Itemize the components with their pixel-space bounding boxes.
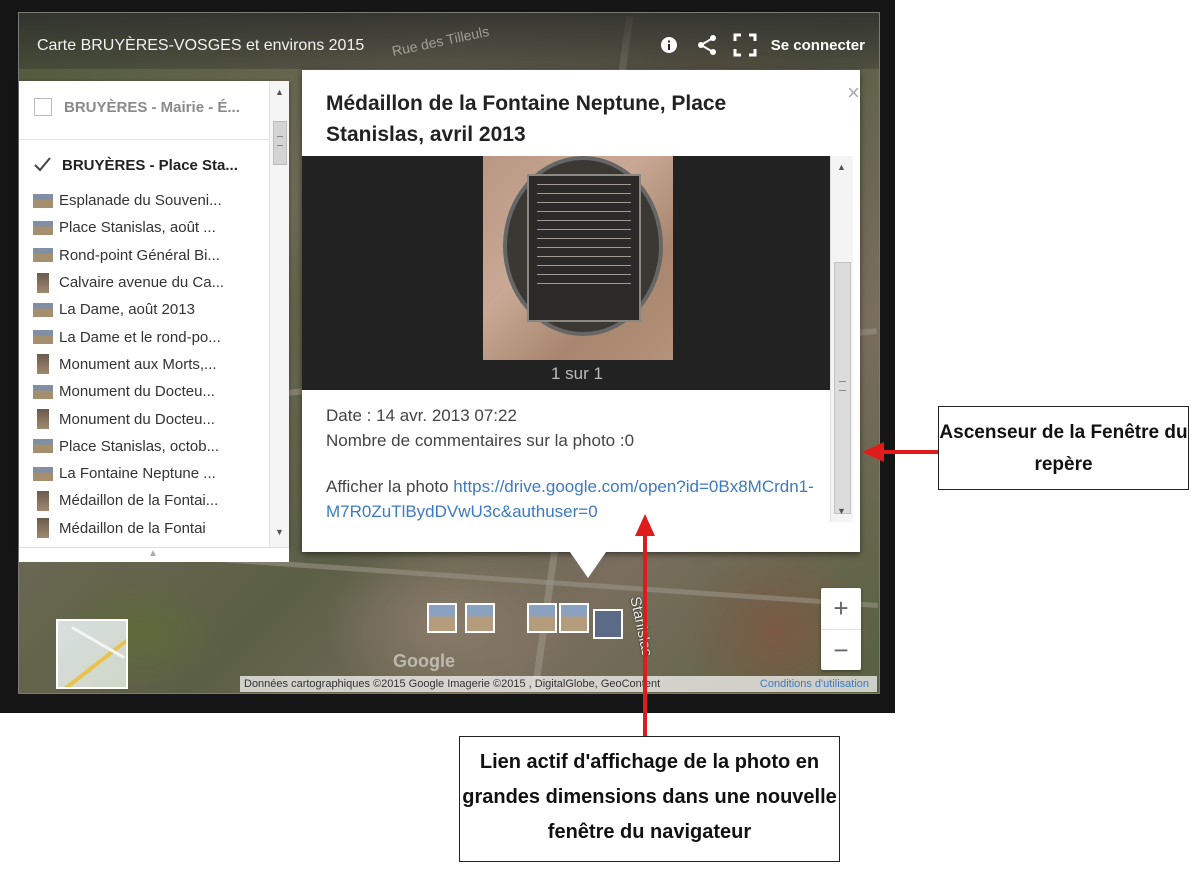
item-label: Rond-point Général Bi... xyxy=(59,246,220,264)
scroll-up-icon[interactable]: ▲ xyxy=(275,87,284,97)
item-label: Médaillon de la Fontai xyxy=(59,519,206,537)
top-actions: Se connecter xyxy=(657,33,865,57)
layer-checkbox-checked[interactable] xyxy=(34,157,51,173)
info-icon[interactable] xyxy=(657,33,681,57)
photo-thumbnail xyxy=(33,466,53,481)
list-item[interactable]: La Dame, août 2013 xyxy=(33,296,273,323)
photo-thumbnail xyxy=(33,330,53,345)
scrollbar-thumb[interactable] xyxy=(834,262,851,514)
photo-counter: 1 sur 1 xyxy=(551,364,603,383)
callout-scrollbar: Ascenseur de la Fenêtre du repère xyxy=(938,406,1189,490)
photo-thumbnail xyxy=(37,518,49,539)
list-item[interactable]: Place Stanislas, août ... xyxy=(33,214,273,241)
attribution-text: Données cartographiques ©2015 Google Ima… xyxy=(244,678,661,690)
fullscreen-icon[interactable] xyxy=(733,33,757,57)
item-label: Place Stanislas, octob... xyxy=(59,437,220,455)
legend-collapse[interactable]: ▲ xyxy=(19,547,289,562)
marker-info-window: × Médaillon de la Fontaine Neptune, Plac… xyxy=(302,70,860,552)
sign-in-button[interactable]: Se connecter xyxy=(771,37,865,54)
zoom-out-button[interactable]: − xyxy=(821,630,861,671)
map-photo-marker[interactable] xyxy=(559,603,589,633)
list-item[interactable]: Rond-point Général Bi... xyxy=(33,242,273,269)
layer-label: BRUYÈRES - Place Sta... xyxy=(62,156,238,174)
legend-items: Esplanade du Souveni... Place Stanislas,… xyxy=(33,187,273,542)
map-photo-marker-selected[interactable] xyxy=(593,609,623,639)
list-item[interactable]: Place Stanislas, octob... xyxy=(33,433,273,460)
item-label: Esplanade du Souveni... xyxy=(59,192,222,210)
popup-body: 1 sur 1 Date : 14 avr. 2013 07:22 Nombre… xyxy=(302,156,830,522)
item-label: Place Stanislas, août ... xyxy=(59,219,216,237)
item-label: Médaillon de la Fontai... xyxy=(59,492,219,510)
photo-thumbnail xyxy=(37,354,49,375)
photo-date: Date : 14 avr. 2013 07:22 xyxy=(326,406,517,425)
scroll-down-icon[interactable]: ▼ xyxy=(837,506,846,516)
zoom-control: + − xyxy=(821,588,861,670)
scroll-up-icon[interactable]: ▲ xyxy=(837,162,846,172)
photo-thumbnail xyxy=(33,302,53,317)
callout-link: Lien actif d'affichage de la photo en gr… xyxy=(459,736,840,862)
map-frame: Carte BRUYÈRES-VOSGES et environs 2015 S… xyxy=(0,0,895,713)
layer-mairie[interactable]: BRUYÈRES - Mairie - É... xyxy=(19,85,269,129)
map-photo-marker[interactable] xyxy=(465,603,495,633)
item-label: Monument du Docteu... xyxy=(59,410,215,428)
item-label: Monument aux Morts,... xyxy=(59,355,217,373)
share-icon[interactable] xyxy=(695,33,719,57)
photo-thumbnail xyxy=(33,248,53,263)
photo-thumbnail xyxy=(37,409,49,430)
item-label: Monument du Docteu... xyxy=(59,383,215,401)
photo-thumbnail xyxy=(33,384,53,399)
medallion-frame xyxy=(503,156,663,336)
map-attribution: Données cartographiques ©2015 Google Ima… xyxy=(240,676,877,692)
google-watermark: Google xyxy=(393,651,455,671)
chevron-up-icon[interactable]: ▲ xyxy=(148,548,158,559)
medallion-photo[interactable] xyxy=(483,156,673,360)
item-label: La Fontaine Neptune ... xyxy=(59,465,216,483)
legend-scrollbar[interactable]: ▲ ▼ xyxy=(269,81,289,547)
list-item[interactable]: Calvaire avenue du Ca... xyxy=(33,269,273,296)
map-type-toggle[interactable] xyxy=(56,619,128,689)
popup-scrollbar[interactable]: ▲ ▼ xyxy=(830,156,853,522)
popup-pointer xyxy=(570,552,606,578)
list-item[interactable]: Monument du Docteu... xyxy=(33,378,273,405)
map-photo-marker[interactable] xyxy=(427,603,457,633)
photo-meta: Date : 14 avr. 2013 07:22 Nombre de comm… xyxy=(326,403,634,453)
photo-viewer: 1 sur 1 xyxy=(302,156,830,390)
item-label: La Dame, août 2013 xyxy=(59,301,195,319)
layer-checkbox[interactable] xyxy=(34,98,52,116)
terms-link[interactable]: Conditions d'utilisation xyxy=(760,678,869,690)
item-label: La Dame et le rond-po... xyxy=(59,328,221,346)
photo-comments: Nombre de commentaires sur la photo :0 xyxy=(326,431,635,450)
popup-title: Médaillon de la Fontaine Neptune, Place … xyxy=(326,92,727,146)
list-item[interactable]: Médaillon de la Fontai... xyxy=(33,487,273,514)
list-item[interactable]: Monument aux Morts,... xyxy=(33,351,273,378)
legend-divider xyxy=(19,139,269,140)
photo-thumbnail xyxy=(37,272,49,293)
photo-thumbnail xyxy=(37,490,49,511)
layer-place-stanislas[interactable]: BRUYÈRES - Place Sta... xyxy=(19,143,269,187)
photo-link-prefix: Afficher la photo xyxy=(326,477,454,496)
photo-thumbnail xyxy=(33,220,53,235)
scrollbar-thumb[interactable] xyxy=(273,121,287,165)
list-item[interactable]: Esplanade du Souveni... xyxy=(33,187,273,214)
map-title: Carte BRUYÈRES-VOSGES et environs 2015 xyxy=(37,37,365,54)
legend-panel: BRUYÈRES - Mairie - É... BRUYÈRES - Plac… xyxy=(19,81,289,547)
scroll-down-icon[interactable]: ▼ xyxy=(275,527,284,537)
close-icon[interactable]: × xyxy=(847,80,860,106)
zoom-in-button[interactable]: + xyxy=(821,588,861,629)
photo-thumbnail xyxy=(33,439,53,454)
map-photo-marker[interactable] xyxy=(527,603,557,633)
photo-thumbnail xyxy=(33,193,53,208)
list-item[interactable]: La Fontaine Neptune ... xyxy=(33,460,273,487)
list-item[interactable]: Médaillon de la Fontai xyxy=(33,515,273,542)
photo-link-line: Afficher la photo https://drive.google.c… xyxy=(326,474,826,522)
medallion-plaque xyxy=(527,174,641,322)
street-label-stanislas: Stanislas xyxy=(626,595,656,659)
layer-label: BRUYÈRES - Mairie - É... xyxy=(64,98,240,116)
item-label: Calvaire avenue du Ca... xyxy=(59,274,225,292)
list-item[interactable]: Monument du Docteu... xyxy=(33,405,273,432)
list-item[interactable]: La Dame et le rond-po... xyxy=(33,323,273,350)
